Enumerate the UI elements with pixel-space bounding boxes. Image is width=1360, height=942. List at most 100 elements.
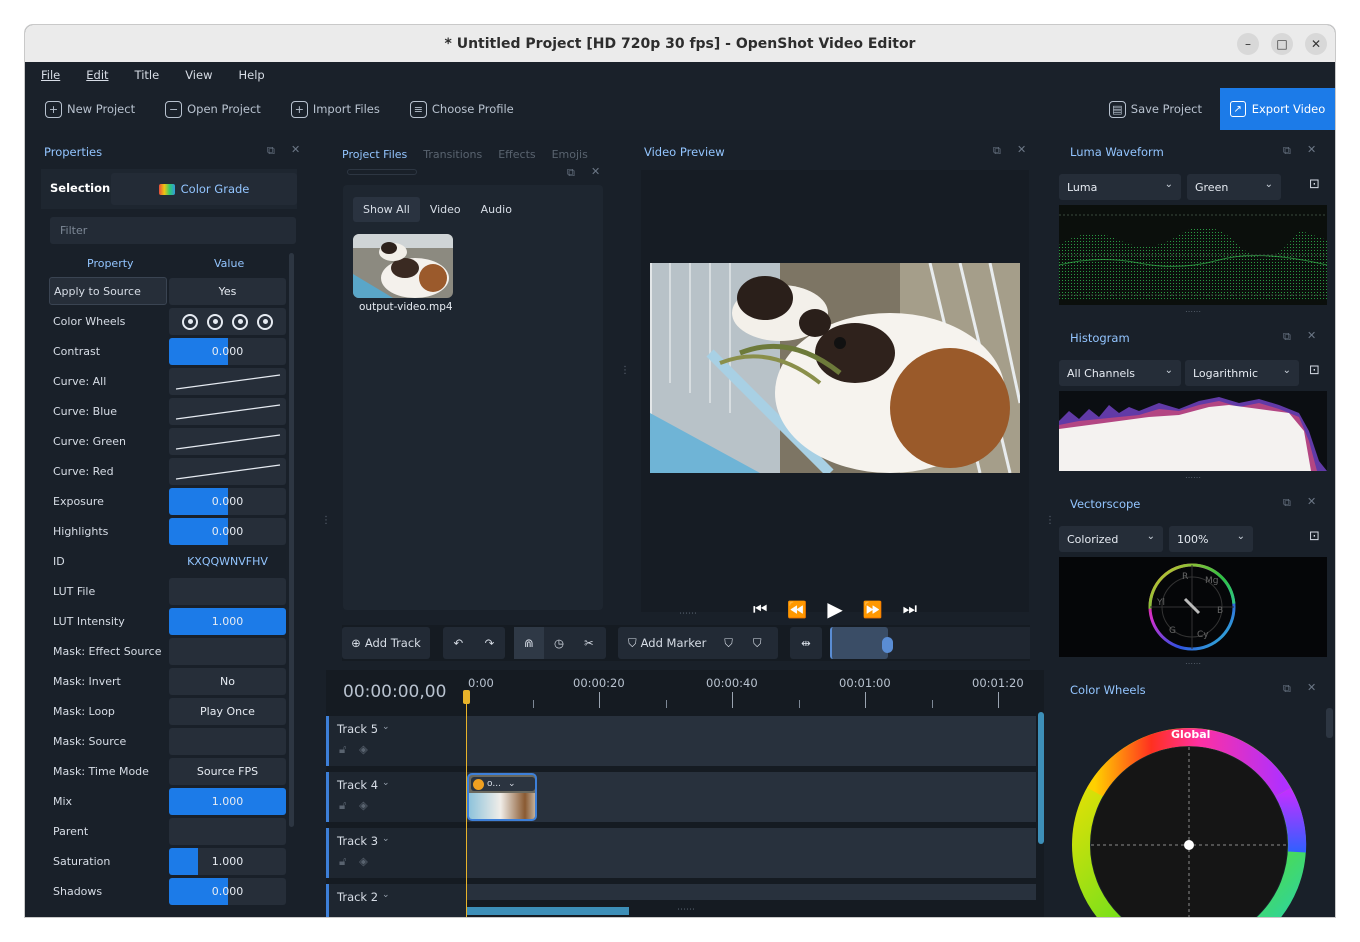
chevron-down-icon[interactable]: ⌄ [382, 890, 390, 900]
playhead-handle[interactable] [463, 690, 470, 704]
property-row[interactable]: ID KXQQWNVFHV [49, 547, 287, 575]
float-icon[interactable]: ⧉ [567, 166, 575, 180]
fast-forward-icon[interactable]: ⏩ [863, 600, 883, 619]
choose-profile-button[interactable]: ≡ Choose Profile [409, 100, 514, 118]
property-value[interactable]: 0.000 [169, 488, 286, 515]
save-project-button[interactable]: ▤ Save Project [1108, 88, 1202, 130]
jump-end-icon[interactable]: ⏭ [903, 599, 917, 619]
keyframe-icon[interactable]: ◈ [359, 798, 368, 812]
close-panel-icon[interactable]: ✕ [1307, 329, 1316, 342]
color-wheel-icon[interactable] [257, 313, 273, 330]
chevron-down-icon[interactable]: ⌄ [382, 722, 390, 732]
property-row[interactable]: Mask: Source [49, 727, 287, 755]
lock-icon[interactable]: 🔓︎ [339, 742, 346, 757]
property-value[interactable] [169, 458, 286, 485]
property-row[interactable]: Shadows 0.000 [49, 877, 287, 905]
property-row[interactable]: Mask: Invert No [49, 667, 287, 695]
float-icon[interactable]: ⧉ [1283, 496, 1291, 510]
chevron-down-icon[interactable]: ⌄ [508, 779, 516, 789]
property-row[interactable]: Exposure 0.000 [49, 487, 287, 515]
filter-video[interactable]: Video [420, 197, 471, 222]
file-thumbnail[interactable] [353, 234, 453, 298]
menu-title[interactable]: Title [135, 68, 160, 82]
property-row[interactable]: Curve: Blue [49, 397, 287, 425]
open-project-button[interactable]: − Open Project [165, 100, 261, 118]
close-panel-icon[interactable]: ✕ [1307, 143, 1316, 156]
property-value[interactable]: 1.000 [169, 608, 286, 635]
jump-start-icon[interactable]: ⏮ [753, 599, 767, 619]
property-row[interactable]: Highlights 0.000 [49, 517, 287, 545]
splitter-handle[interactable]: ⋮ [620, 365, 630, 376]
razor-icon[interactable]: ✂ [574, 636, 604, 650]
menu-view[interactable]: View [185, 68, 212, 82]
add-track-button[interactable]: ⊕ Add Track [342, 627, 430, 659]
redo-icon[interactable]: ↷ [485, 636, 495, 650]
property-value[interactable]: 0.000 [169, 338, 286, 365]
property-row[interactable]: Apply to Source Yes [49, 277, 287, 305]
zoom-handle[interactable] [882, 637, 893, 653]
timeline-vertical-scrollbar[interactable] [1038, 712, 1044, 844]
track-header[interactable]: Track 3 ⌄ 🔓︎ ◈ [326, 828, 466, 878]
video-clip[interactable]: o... ⌄ [467, 773, 537, 821]
close-panel-icon[interactable]: ✕ [1017, 143, 1026, 156]
tab-emojis[interactable]: Emojis [552, 148, 588, 161]
tab-transitions[interactable]: Transitions [423, 148, 482, 161]
property-value[interactable] [169, 398, 286, 425]
property-row[interactable]: Saturation 1.000 [49, 847, 287, 875]
export-video-button[interactable]: ↗ Export Video [1220, 88, 1335, 130]
float-icon[interactable]: ⧉ [1283, 144, 1291, 158]
close-panel-icon[interactable]: ✕ [1307, 495, 1316, 508]
property-value[interactable]: No [169, 668, 286, 695]
lock-icon[interactable]: 🔓︎ [339, 854, 346, 869]
time-ruler[interactable]: 0:00 00:00:20 00:00:40 00:01:00 00:01:20 [466, 670, 1036, 714]
close-panel-icon[interactable]: ✕ [1307, 681, 1316, 694]
capture-icon[interactable]: ⊡ [1309, 177, 1320, 192]
color-wheels-scrollbar[interactable] [1326, 708, 1333, 738]
filter-audio[interactable]: Audio [471, 197, 522, 222]
selection-dropdown[interactable]: Color Grade [111, 173, 297, 205]
magnet-icon[interactable]: ⋒ [514, 627, 544, 659]
float-icon[interactable]: ⧉ [1283, 330, 1291, 344]
chevron-down-icon[interactable]: ⌄ [382, 834, 390, 844]
close-button[interactable]: ✕ [1305, 33, 1327, 55]
track-header[interactable]: Track 2 ⌄ [326, 884, 466, 917]
property-row[interactable]: LUT Intensity 1.000 [49, 607, 287, 635]
properties-scrollbar[interactable] [289, 253, 294, 827]
zoom-slider[interactable] [830, 627, 1030, 659]
undo-icon[interactable]: ↶ [454, 636, 464, 650]
menu-file[interactable]: File [41, 68, 60, 82]
vectorscope-zoom-dropdown[interactable]: 100% ⌄ [1169, 526, 1253, 552]
property-row[interactable]: Color Wheels [49, 307, 287, 335]
rewind-icon[interactable]: ⏪ [787, 600, 807, 619]
track-header[interactable]: Track 5 ⌄ 🔓︎ ◈ [326, 716, 466, 766]
float-icon[interactable]: ⧉ [1283, 682, 1291, 696]
track-body[interactable] [466, 828, 1036, 878]
close-panel-icon[interactable]: ✕ [591, 165, 600, 178]
splitter-handle[interactable]: ⋮ [321, 515, 331, 526]
property-row[interactable]: Curve: All [49, 367, 287, 395]
splitter-handle[interactable]: ⋯⋯ [1185, 307, 1201, 316]
color-wheel-icon[interactable] [232, 313, 248, 330]
property-value[interactable] [169, 578, 286, 605]
property-row[interactable]: Parent [49, 817, 287, 845]
menu-edit[interactable]: Edit [86, 68, 108, 82]
property-value[interactable]: Play Once [169, 698, 286, 725]
property-value[interactable] [169, 308, 286, 335]
keyframe-icon[interactable]: ◈ [359, 742, 368, 756]
property-row[interactable]: Mask: Time Mode Source FPS [49, 757, 287, 785]
property-value[interactable] [169, 368, 286, 395]
timeline-scrollbar[interactable] [466, 907, 629, 915]
lock-icon[interactable]: 🔓︎ [339, 798, 346, 813]
splitter-handle[interactable]: ⋯⋯ [1185, 473, 1201, 482]
previous-marker-icon[interactable]: ⛉ [724, 636, 733, 651]
capture-icon[interactable]: ⊡ [1309, 529, 1320, 544]
track-header[interactable]: Track 4 ⌄ 🔓︎ ◈ [326, 772, 466, 822]
global-color-wheel[interactable]: Global [1065, 722, 1313, 917]
histogram-scale-dropdown[interactable]: Logarithmic ⌄ [1185, 360, 1299, 386]
histogram-channels-dropdown[interactable]: All Channels ⌄ [1059, 360, 1181, 386]
splitter-handle[interactable]: ⋯⋯ [677, 905, 695, 915]
close-panel-icon[interactable]: ✕ [291, 143, 300, 156]
add-marker-button[interactable]: Add Marker [641, 636, 707, 650]
property-value[interactable] [169, 728, 286, 755]
luma-mode-dropdown[interactable]: Luma ⌄ [1059, 174, 1181, 200]
